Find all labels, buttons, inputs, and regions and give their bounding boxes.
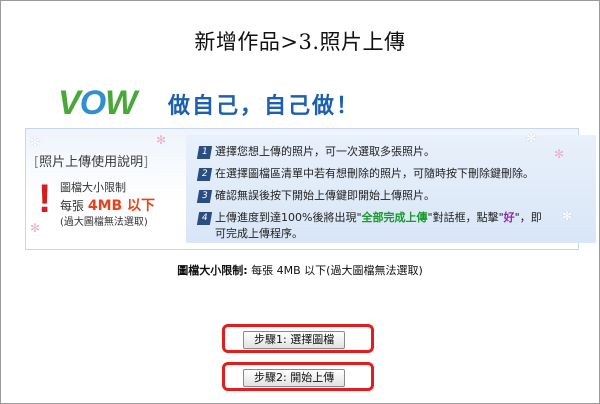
size-limit-note: 圖檔大小限制: 每張 4MB 以下(過大圖檔無法選取)	[177, 264, 423, 277]
logo-letter-o: O	[79, 84, 106, 122]
step-number-icon: 1	[196, 145, 213, 159]
logo-letter-v: V	[58, 84, 81, 122]
step-number-icon: 2	[196, 167, 213, 181]
vow-logo: VOW	[58, 84, 137, 123]
step-3: 3 確認無誤後按下開始上傳鍵即開始上傳照片。	[196, 187, 435, 203]
start-upload-button[interactable]: 步驟2: 開始上傳	[243, 369, 346, 387]
step-1: 1 選擇您想上傳的照片，可一次選取多張照片。	[196, 143, 435, 159]
select-files-button[interactable]: 步驟1: 選擇圖檔	[243, 331, 346, 349]
logo-letter-w: W	[105, 84, 137, 122]
snowflake-icon: ✻	[526, 131, 537, 145]
size-warning-box: ! 圖檔大小限制 每張 4MB 以下 (過大圖檔無法選取)	[36, 173, 178, 237]
step-number-icon: 3	[196, 189, 213, 203]
snowflake-icon: ✻	[30, 135, 41, 149]
snowflake-icon: ✻	[156, 133, 167, 147]
page-title: 新增作品>3.照片上傳	[194, 30, 406, 54]
step-4-continued: 可完成上傳程序。	[215, 227, 303, 240]
snowflake-icon: ✻	[554, 147, 565, 161]
warning-line-2: 每張 4MB 以下	[60, 198, 156, 214]
slogan: 做自己，自己做！	[168, 94, 361, 119]
start-upload-highlight: 步驟2: 開始上傳	[222, 362, 374, 391]
step-2: 2 在選擇圖檔區清單中若有想刪除的照片，可隨時按下刪除鍵刪除。	[196, 165, 534, 181]
instructions-title: [照片上傳使用說明]	[34, 155, 149, 170]
warning-line-3: (過大圖檔無法選取)	[60, 217, 148, 228]
instructions-banner: ✻ ✻ ✻ ✻ ✻ ✻ [照片上傳使用說明] ! 圖檔大小限制 每張 4MB 以…	[25, 128, 596, 250]
snowflake-icon: ✻	[562, 209, 573, 223]
exclamation-icon: !	[38, 177, 52, 221]
select-files-highlight: 步驟1: 選擇圖檔	[222, 324, 374, 353]
step-4: 4 上傳進度到達100%後將出現"全部完成上傳"對話框，點擊"好"，即	[196, 209, 542, 225]
warning-line-1: 圖檔大小限制	[60, 181, 126, 194]
step-number-icon: 4	[196, 211, 213, 225]
